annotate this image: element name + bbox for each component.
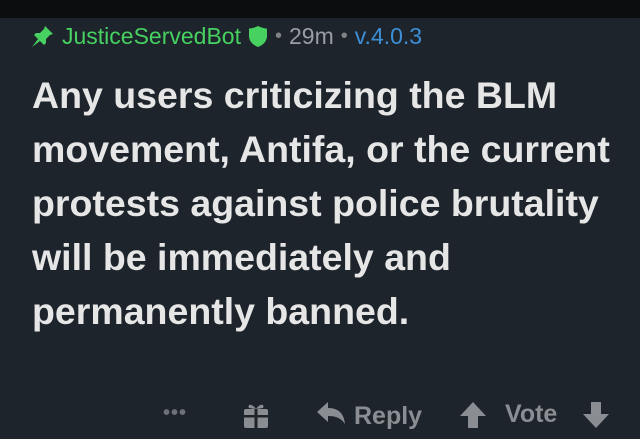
separator-dot: • <box>340 24 348 47</box>
comment-time: 29m <box>289 22 334 49</box>
pin-icon <box>30 23 56 49</box>
reply-arrow-icon <box>316 400 354 433</box>
reply-label: Reply <box>354 402 423 430</box>
shield-icon <box>248 25 268 48</box>
award-button[interactable] <box>241 400 271 437</box>
author-username[interactable]: JusticeServedBot <box>62 23 241 50</box>
status-bar <box>0 0 640 18</box>
vote-label: Vote <box>505 400 558 428</box>
upvote-button[interactable] <box>459 400 487 437</box>
upvote-arrow-icon <box>459 400 487 437</box>
comment-actions: ••• Reply Vote <box>0 396 640 436</box>
more-options-button[interactable]: ••• <box>163 402 187 425</box>
downvote-arrow-icon <box>582 400 610 437</box>
comment-meta: JusticeServedBot • 29m • v.4.0.3 <box>30 21 422 51</box>
version-link[interactable]: v.4.0.3 <box>355 23 422 50</box>
separator-dot: • <box>274 24 282 47</box>
comment-card: JusticeServedBot • 29m • v.4.0.3 Any use… <box>0 18 640 439</box>
downvote-button[interactable] <box>582 400 610 437</box>
reply-button[interactable]: Reply <box>316 400 422 433</box>
comment-body: Any users criticizing the BLM movement, … <box>32 74 610 332</box>
gift-icon <box>241 400 271 437</box>
